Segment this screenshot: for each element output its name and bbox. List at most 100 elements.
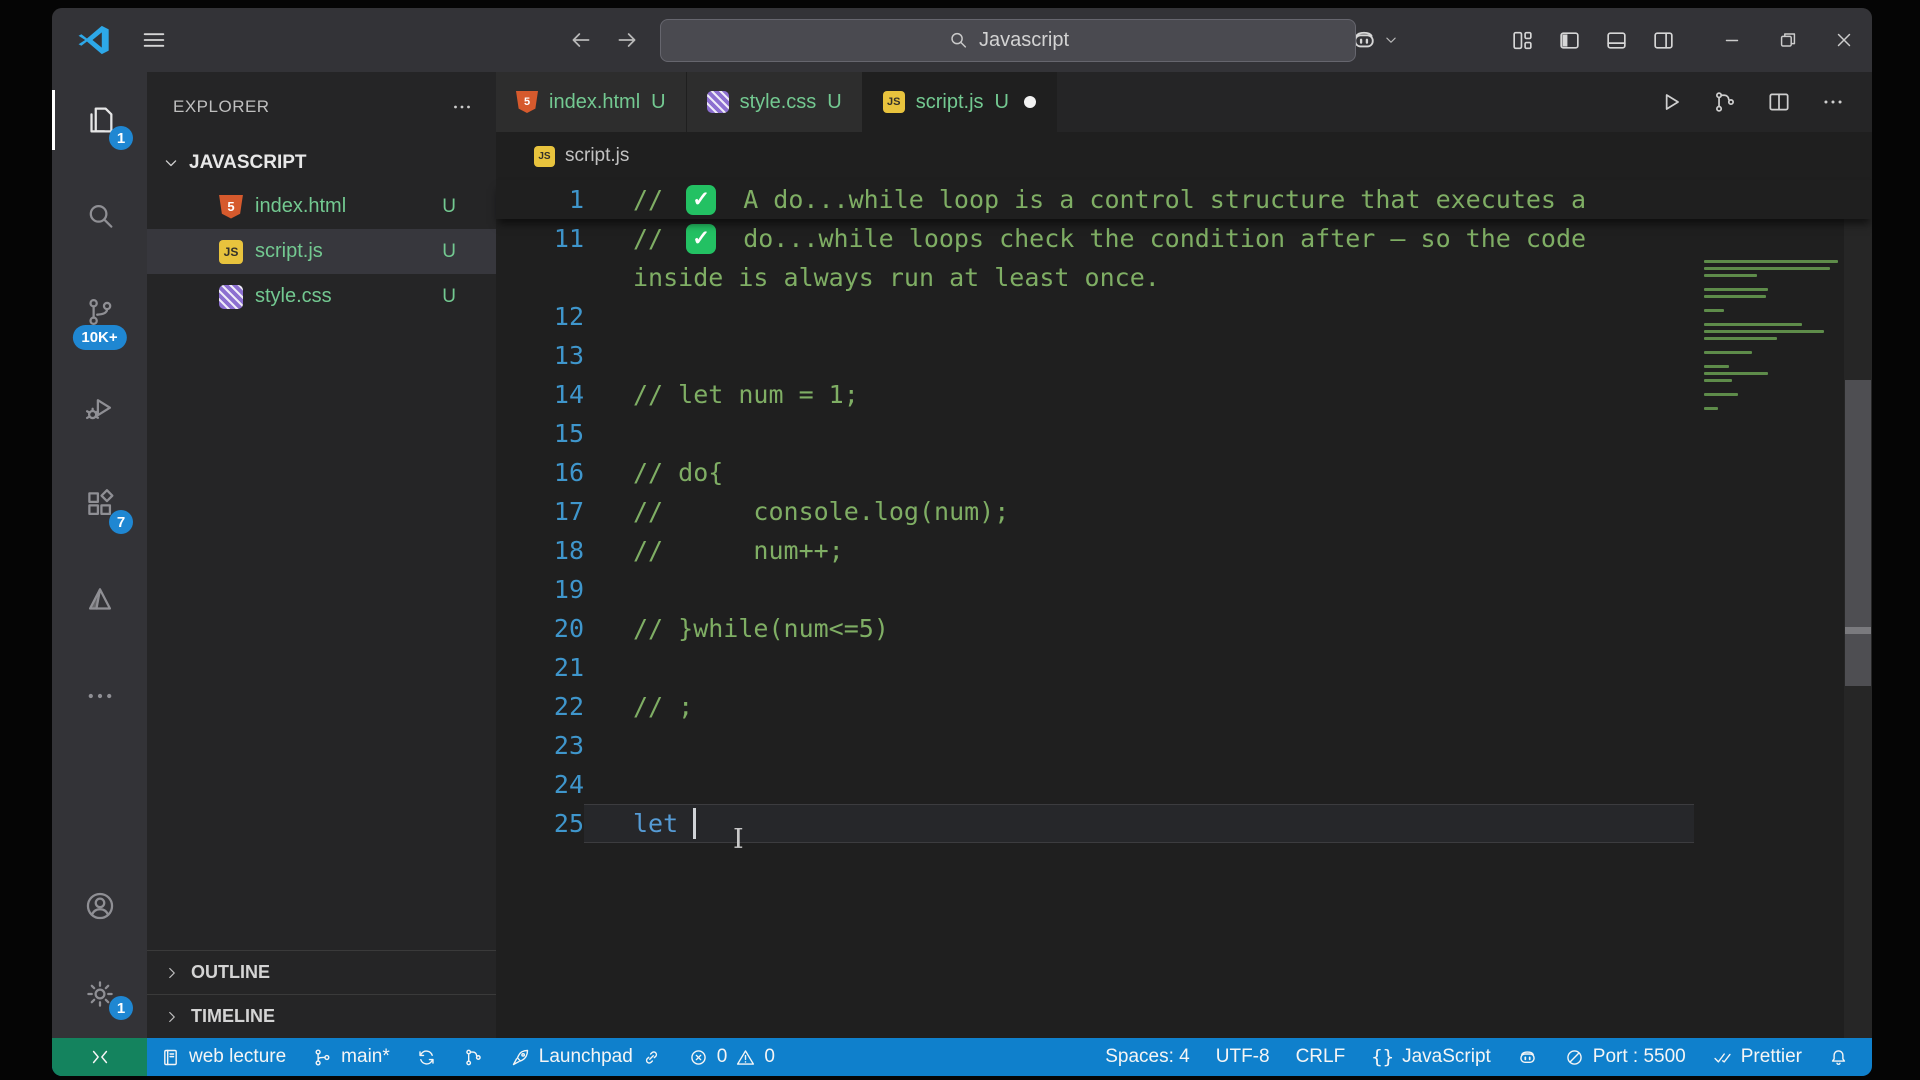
- status-copilot-status[interactable]: [1504, 1038, 1551, 1076]
- status-prettier[interactable]: Prettier: [1699, 1038, 1815, 1076]
- panel-header-outline[interactable]: OUTLINE: [147, 950, 496, 994]
- branch-icon: [312, 1047, 333, 1068]
- code-line-24[interactable]: 24: [496, 765, 1872, 804]
- activity-item-prism-extension[interactable]: [52, 552, 147, 648]
- more-actions-icon[interactable]: [1820, 89, 1846, 115]
- status-launchpad[interactable]: Launchpad: [497, 1038, 675, 1076]
- menu-icon[interactable]: [140, 26, 168, 54]
- views-and-more-actions-icon[interactable]: [450, 95, 474, 119]
- minimap[interactable]: [1704, 260, 1844, 414]
- panel-title: TIMELINE: [191, 1006, 275, 1026]
- code-line-21[interactable]: 21: [496, 648, 1872, 687]
- file-row-index.html[interactable]: 5 index.html U: [147, 184, 496, 229]
- title-bar-left: [52, 22, 168, 58]
- run-or-debug-icon[interactable]: [1712, 89, 1738, 115]
- code-line-19[interactable]: 19: [496, 570, 1872, 609]
- tab-style.css[interactable]: style.css U: [686, 72, 863, 132]
- html-file-icon: 5: [516, 91, 538, 113]
- status-live-server-port[interactable]: Port : 5500: [1551, 1038, 1699, 1076]
- extensions-badge: 7: [109, 510, 133, 534]
- code-editor[interactable]: I 1 // ✓ A do...while loop is a control …: [496, 180, 1872, 1038]
- workbench: 1 10K+ 7 1 EXPLORER JAVASCRIPT 5 index.ht…: [52, 72, 1872, 1038]
- settings-badge: 1: [109, 996, 133, 1020]
- activity-item-run-and-debug[interactable]: [52, 360, 147, 456]
- status-commit-graph[interactable]: [450, 1038, 497, 1076]
- activity-item-settings[interactable]: 1: [52, 950, 147, 1038]
- tab-script.js[interactable]: JS script.js U: [862, 72, 1057, 132]
- layout-controls: [1510, 28, 1676, 53]
- live-server-port-icon: [1564, 1047, 1585, 1068]
- run-file-icon[interactable]: [1658, 89, 1684, 115]
- restore-button[interactable]: [1760, 8, 1816, 72]
- code-line-11[interactable]: 11 // ✓ do...while loops check the condi…: [496, 219, 1872, 258]
- code-line-14[interactable]: 14 // let num = 1;: [496, 375, 1872, 414]
- file-row-script.js[interactable]: JS script.js U: [147, 229, 496, 274]
- folder-name: JAVASCRIPT: [189, 152, 307, 173]
- status-problems[interactable]: 00: [675, 1038, 788, 1076]
- additional-views-icon: [83, 679, 117, 713]
- tab-label: style.css: [739, 90, 817, 113]
- panel-header-timeline[interactable]: TIMELINE: [147, 994, 496, 1038]
- status-sync[interactable]: [403, 1038, 450, 1076]
- sidebar-title: EXPLORER: [173, 97, 270, 116]
- back-icon[interactable]: [568, 27, 594, 53]
- problems-icon-2: [735, 1047, 756, 1068]
- editor-scrollbar[interactable]: [1844, 180, 1872, 1038]
- status-eol[interactable]: CRLF: [1283, 1038, 1359, 1076]
- close-button[interactable]: [1816, 8, 1872, 72]
- check-emoji-icon: ✓: [686, 223, 717, 254]
- code-line-1[interactable]: 1 // ✓ A do...while loop is a control st…: [496, 180, 1872, 219]
- code-line-18[interactable]: 18 // num++;: [496, 531, 1872, 570]
- split-editor-icon[interactable]: [1766, 89, 1792, 115]
- title-bar-center: Javascript: [568, 18, 1356, 62]
- line-number: 19: [553, 575, 584, 604]
- status-text: UTF-8: [1215, 1046, 1270, 1067]
- copilot-menu[interactable]: [1350, 26, 1400, 54]
- code-line-23[interactable]: 23: [496, 726, 1872, 765]
- customize-layout-icon[interactable]: [1510, 28, 1535, 53]
- css-file-icon: [706, 91, 729, 113]
- file-row-style.css[interactable]: style.css U: [147, 274, 496, 319]
- status-profile[interactable]: web lecture: [147, 1038, 299, 1076]
- code-line-20[interactable]: 20 // }while(num<=5): [496, 609, 1872, 648]
- code-line-13[interactable]: 13: [496, 336, 1872, 375]
- code-line-25[interactable]: 25 let: [496, 804, 1872, 843]
- minimize-button[interactable]: [1704, 8, 1760, 72]
- status-language-mode[interactable]: {} JavaScript: [1358, 1038, 1504, 1076]
- code-line-15[interactable]: 15: [496, 414, 1872, 453]
- status-encoding[interactable]: UTF-8: [1203, 1038, 1283, 1076]
- activity-item-extensions[interactable]: 7: [52, 456, 147, 552]
- code-line-22[interactable]: 22 // ;: [496, 687, 1872, 726]
- activity-bar: 1 10K+ 7 1: [52, 72, 147, 1038]
- source-control-badge: 10K+: [72, 325, 127, 350]
- code-line-16[interactable]: 16 // do{: [496, 453, 1872, 492]
- code-line-12[interactable]: 12: [496, 297, 1872, 336]
- git-status-badge: U: [442, 240, 456, 262]
- status-bar: web lecture main* Launchpad 0 0 Spaces: 4 UTF…: [52, 1038, 1872, 1076]
- code-line-wrap[interactable]: inside is always run at least once.: [496, 258, 1872, 297]
- launchpad-icon-2: [641, 1047, 662, 1068]
- status-notifications[interactable]: [1815, 1038, 1862, 1076]
- remote-indicator[interactable]: [52, 1038, 147, 1076]
- scrollbar-slider[interactable]: [1845, 380, 1871, 686]
- tab-index.html[interactable]: 5 index.html U: [496, 72, 687, 132]
- activity-item-accounts[interactable]: [52, 862, 147, 950]
- folder-section-javascript[interactable]: JAVASCRIPT: [147, 142, 496, 184]
- line-number: 18: [553, 536, 584, 565]
- toggle-panel-icon[interactable]: [1604, 28, 1629, 53]
- line-number: 23: [553, 731, 584, 760]
- status-branch[interactable]: main*: [299, 1038, 403, 1076]
- forward-icon[interactable]: [614, 27, 640, 53]
- toggle-primary-sidebar-icon[interactable]: [1557, 28, 1582, 53]
- chevron-down-icon: [161, 153, 181, 173]
- title-bar-right: [1350, 8, 1872, 72]
- activity-item-additional-views[interactable]: [52, 648, 147, 744]
- breadcrumb[interactable]: JS script.js: [496, 132, 1872, 180]
- status-indentation[interactable]: Spaces: 4: [1092, 1038, 1203, 1076]
- code-line-17[interactable]: 17 // console.log(num);: [496, 492, 1872, 531]
- command-center-search[interactable]: Javascript: [660, 18, 1356, 62]
- toggle-secondary-sidebar-icon[interactable]: [1651, 28, 1676, 53]
- activity-item-search[interactable]: [52, 168, 147, 264]
- activity-item-source-control[interactable]: 10K+: [52, 264, 147, 360]
- activity-item-explorer[interactable]: 1: [52, 72, 147, 168]
